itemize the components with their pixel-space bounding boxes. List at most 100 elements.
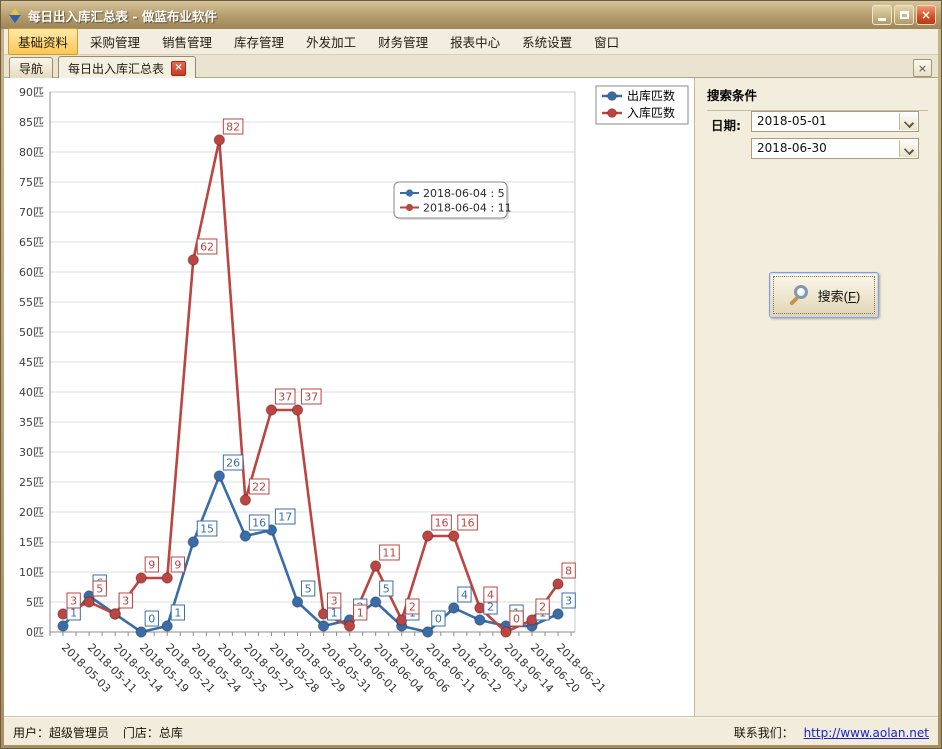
chart-canvas[interactable]: 0匹 5匹 10匹 15匹 20匹 25匹 30匹 35匹 40匹 45匹 50匹 55匹 60匹 65匹… [4, 78, 695, 717]
menu-item-4[interactable]: 外发加工 [296, 28, 366, 55]
magnifier-icon [788, 285, 809, 306]
search-panel-title: 搜索条件 [707, 85, 928, 111]
svg-text:26: 26 [226, 457, 240, 470]
chevron-down-icon [904, 118, 914, 128]
svg-text:3: 3 [331, 595, 338, 608]
svg-text:65匹: 65匹 [19, 236, 44, 249]
tab-1[interactable]: 每日出入库汇总表 × [58, 56, 196, 79]
chart-tooltip: 2018-06-04 : 5 2018-06-04 : 11 [394, 182, 512, 220]
svg-text:60匹: 60匹 [19, 266, 44, 279]
tab-label: 每日出入库汇总表 [68, 60, 164, 77]
svg-text:10匹: 10匹 [19, 566, 44, 579]
svg-text:50匹: 50匹 [19, 326, 44, 339]
svg-text:2: 2 [539, 601, 546, 614]
svg-text:11: 11 [382, 547, 396, 560]
maximize-button[interactable] [894, 5, 914, 25]
search-button[interactable]: 搜索(F) [769, 272, 879, 318]
status-user: 用户：超级管理员 [13, 726, 109, 740]
svg-text:82: 82 [226, 121, 240, 134]
svg-text:80匹: 80匹 [19, 146, 44, 159]
date-label: 日期: [711, 115, 741, 134]
tab-bar: 导航每日出入库汇总表 × × [4, 55, 938, 78]
svg-text:16: 16 [461, 517, 475, 530]
svg-text:0匹: 0匹 [26, 626, 44, 639]
svg-text:20匹: 20匹 [19, 506, 44, 519]
svg-text:55匹: 55匹 [19, 296, 44, 309]
menu-item-7[interactable]: 系统设置 [512, 28, 582, 55]
svg-text:37: 37 [304, 391, 318, 404]
menu-item-5[interactable]: 财务管理 [368, 28, 438, 55]
svg-text:出库匹数: 出库匹数 [627, 88, 675, 103]
status-store: 门店：总库 [123, 726, 183, 740]
svg-text:90匹: 90匹 [19, 86, 44, 99]
svg-text:5: 5 [383, 583, 390, 596]
svg-text:5匹: 5匹 [26, 596, 44, 609]
app-logo-icon [7, 7, 23, 23]
svg-text:40匹: 40匹 [19, 386, 44, 399]
menu-bar: 基础资料采购管理销售管理库存管理外发加工财务管理报表中心系统设置窗口 [4, 29, 938, 55]
svg-text:1: 1 [174, 607, 181, 620]
content-region: 0匹 5匹 10匹 15匹 20匹 25匹 30匹 35匹 40匹 45匹 50匹 55匹 60匹 65匹… [4, 78, 938, 717]
svg-text:3: 3 [70, 595, 77, 608]
tabstrip-close-button[interactable]: × [913, 59, 932, 77]
svg-text:1: 1 [357, 607, 364, 620]
svg-text:0: 0 [513, 613, 520, 626]
menu-item-1[interactable]: 采购管理 [80, 28, 150, 55]
menu-item-0[interactable]: 基础资料 [8, 28, 78, 55]
svg-text:9: 9 [148, 559, 155, 572]
window-title: 每日出入库汇总表 - 做蓝布业软件 [28, 6, 217, 25]
svg-text:62: 62 [200, 241, 214, 254]
svg-text:2: 2 [409, 601, 416, 614]
search-panel: 搜索条件 日期: 2018-05-01 2018-06-30 搜索(F) [695, 78, 938, 717]
chevron-down-icon [904, 145, 914, 155]
menu-item-3[interactable]: 库存管理 [224, 28, 294, 55]
status-user-store: 用户：超级管理员 门店：总库 [13, 724, 183, 741]
date-to-dropdown-button[interactable] [899, 140, 917, 157]
menu-item-2[interactable]: 销售管理 [152, 28, 222, 55]
menu-item-8[interactable]: 窗口 [584, 28, 629, 55]
svg-text:15: 15 [200, 523, 214, 536]
svg-text:75匹: 75匹 [19, 176, 44, 189]
minimize-button[interactable] [872, 5, 892, 25]
titlebar: 每日出入库汇总表 - 做蓝布业软件 × [1, 1, 941, 29]
svg-text:37: 37 [278, 391, 292, 404]
svg-text:15匹: 15匹 [19, 536, 44, 549]
contact-label: 联系我们： [734, 726, 794, 740]
svg-text:22: 22 [252, 481, 266, 494]
status-bar: 用户：超级管理员 门店：总库 联系我们： http://www.aolan.ne… [4, 716, 938, 745]
minimize-icon [878, 18, 886, 21]
svg-text:9: 9 [174, 559, 181, 572]
close-icon: × [921, 8, 931, 22]
date-from-combobox[interactable]: 2018-05-01 [751, 111, 919, 132]
svg-text:16: 16 [252, 517, 266, 530]
svg-text:0: 0 [148, 613, 155, 626]
svg-text:3: 3 [565, 595, 572, 608]
svg-text:5: 5 [96, 583, 103, 596]
svg-text:4: 4 [487, 589, 494, 602]
status-contact: 联系我们： http://www.aolan.net [734, 724, 929, 741]
svg-text:16: 16 [435, 517, 449, 530]
svg-text:8: 8 [565, 565, 572, 578]
close-button[interactable]: × [916, 5, 936, 25]
svg-text:2018-06-04 : 11: 2018-06-04 : 11 [423, 202, 512, 215]
svg-text:3: 3 [122, 595, 129, 608]
tab-0[interactable]: 导航 [9, 57, 53, 79]
svg-text:30匹: 30匹 [19, 446, 44, 459]
svg-text:45匹: 45匹 [19, 356, 44, 369]
tab-close-icon[interactable]: × [171, 61, 186, 76]
menu-item-6[interactable]: 报表中心 [440, 28, 510, 55]
chart-legend: 出库匹数入库匹数 [596, 86, 688, 124]
svg-text:25匹: 25匹 [19, 476, 44, 489]
contact-link[interactable]: http://www.aolan.net [804, 726, 929, 740]
date-to-combobox[interactable]: 2018-06-30 [751, 138, 919, 159]
svg-text:0: 0 [435, 613, 442, 626]
date-to-value: 2018-06-30 [757, 141, 827, 155]
svg-text:35匹: 35匹 [19, 416, 44, 429]
svg-text:85匹: 85匹 [19, 116, 44, 129]
svg-text:5: 5 [305, 583, 312, 596]
svg-text:17: 17 [278, 511, 292, 524]
date-from-dropdown-button[interactable] [899, 113, 917, 130]
svg-text:2018-06-04 : 5: 2018-06-04 : 5 [423, 187, 505, 200]
app-window: 每日出入库汇总表 - 做蓝布业软件 × 基础资料采购管理销售管理库存管理外发加工… [0, 0, 942, 749]
date-from-value: 2018-05-01 [757, 114, 827, 128]
